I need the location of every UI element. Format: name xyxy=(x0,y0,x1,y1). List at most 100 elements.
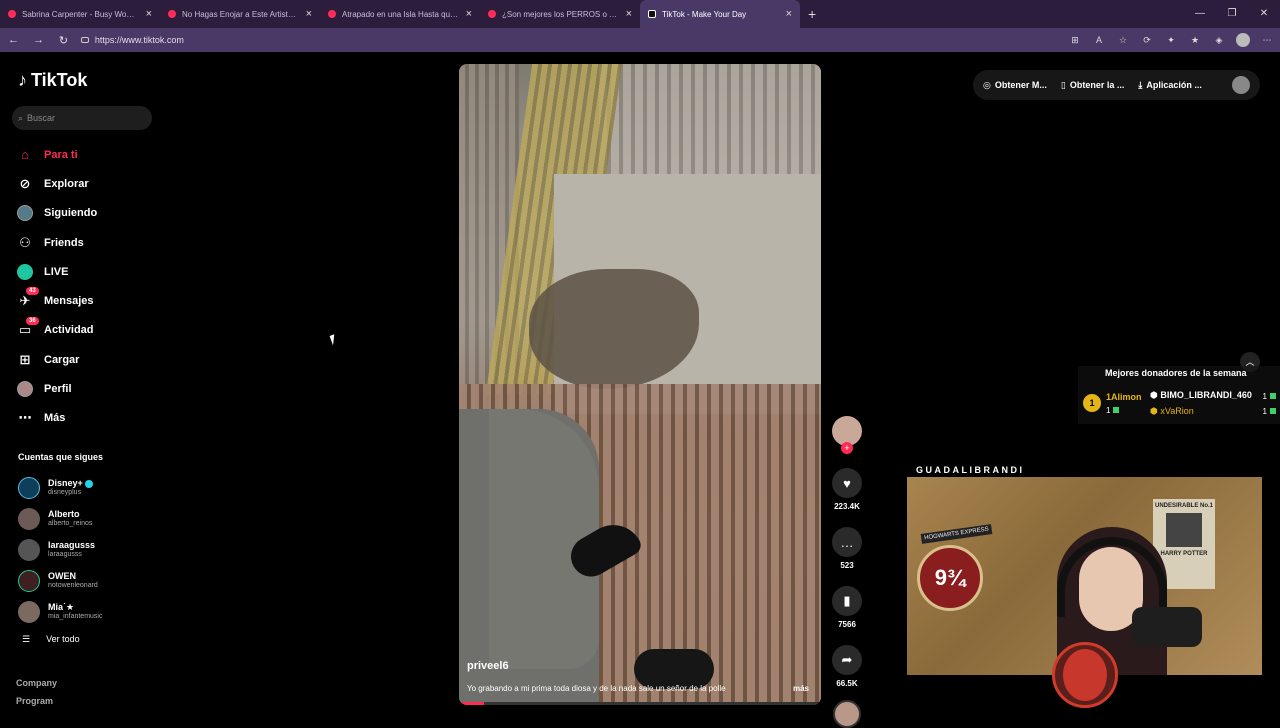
shield-icon[interactable]: ◈ xyxy=(1212,33,1226,47)
poster-photo xyxy=(1166,513,1202,547)
following-item[interactable]: laraagusss laraagusss xyxy=(18,534,158,565)
desktop-app-button[interactable]: ⤓ Aplicación ... xyxy=(1138,80,1202,91)
avatar xyxy=(18,538,40,561)
nav-label: Para ti xyxy=(44,148,78,161)
coin-icon: ◎ xyxy=(983,79,991,90)
donor-name: 1Alimon xyxy=(1106,392,1142,402)
share-action[interactable]: ➦ 66.5K xyxy=(830,645,864,688)
close-tab-icon[interactable]: × xyxy=(306,8,312,20)
tab-label: TikTok - Make Your Day xyxy=(662,9,747,19)
browser-tab[interactable]: Sabrina Carpenter - Busy Woman × xyxy=(0,0,160,28)
profile-avatar[interactable] xyxy=(1235,33,1250,47)
footer-link-company[interactable]: Company xyxy=(16,674,57,692)
nav-item-para-ti[interactable]: ⌂ Para ti xyxy=(16,140,156,169)
footer-link-program[interactable]: Program xyxy=(16,692,57,710)
close-tab-icon[interactable]: × xyxy=(146,8,152,20)
avatar-hair xyxy=(1063,649,1107,701)
collections-icon[interactable]: ★ xyxy=(1188,33,1202,47)
close-tab-icon[interactable]: × xyxy=(786,8,792,20)
url-field[interactable]: https://www.tiktok.com xyxy=(80,35,998,45)
nav-label: Mensajes xyxy=(44,295,94,308)
creator-avatar[interactable]: + xyxy=(832,416,862,454)
save-action[interactable]: ▮ 7566 xyxy=(830,586,864,629)
following-item[interactable]: OWEN notowenleonard xyxy=(18,565,158,596)
nav-item-mensajes[interactable]: ✈ 43 Mensajes xyxy=(16,286,156,315)
friends-icon: ⚇ xyxy=(19,234,31,250)
extensions-icon[interactable]: ✦ xyxy=(1164,33,1178,47)
close-window-icon[interactable]: ✕ xyxy=(1248,0,1280,28)
bookmark-icon[interactable]: ▮ xyxy=(832,586,862,616)
rank-medal-icon: 1 xyxy=(1083,394,1101,412)
avatar xyxy=(18,600,40,623)
video-more-button[interactable]: más xyxy=(793,684,809,693)
forward-icon[interactable]: → xyxy=(31,34,46,46)
top-item-label: Obtener M... xyxy=(994,80,1047,90)
comment-icon[interactable]: … xyxy=(832,527,862,557)
menu-dots-icon[interactable]: ⋯ xyxy=(1260,33,1274,47)
following-name: OWEN xyxy=(48,571,76,581)
refresh-icon[interactable]: ⟳ xyxy=(1140,33,1154,47)
following-item[interactable]: Disney+ disneyplus xyxy=(18,472,158,503)
like-count: 223.4K xyxy=(834,502,860,511)
gem-icon xyxy=(1113,407,1120,413)
nav-item-friends[interactable]: ⚇ Friends xyxy=(16,228,156,257)
compass-icon: ⊘ xyxy=(19,175,31,191)
browser-tab[interactable]: No Hagas Enojar a Este Artista - Y × xyxy=(160,0,320,28)
minimize-icon[interactable]: — xyxy=(1184,0,1216,28)
avatar xyxy=(18,476,40,499)
apps-icon[interactable]: ⊞ xyxy=(1068,33,1082,47)
mouse-cursor-icon xyxy=(329,332,343,346)
donor-name: xVaRion xyxy=(1160,406,1194,416)
music-disc-icon[interactable] xyxy=(833,700,861,728)
restore-icon[interactable]: ❐ xyxy=(1216,0,1248,28)
nav-item-actividad[interactable]: ▭ 36 Actividad xyxy=(16,316,156,345)
get-app-button[interactable]: ▯ Obtener la ... xyxy=(1061,80,1124,91)
following-name: Disney+ xyxy=(48,478,83,488)
browser-tab[interactable]: ¿Son mejores los PERROS o GATO × xyxy=(480,0,640,28)
nav-item-mas[interactable]: ⋯ Más xyxy=(16,404,156,433)
close-tab-icon[interactable]: × xyxy=(466,8,472,20)
nav-item-live[interactable]: LIVE xyxy=(16,257,156,286)
nav-item-perfil[interactable]: Perfil xyxy=(16,374,156,403)
messages-badge: 43 xyxy=(26,287,39,296)
browser-tab-active[interactable]: TikTok - Make Your Day × xyxy=(640,0,800,28)
heart-icon[interactable]: ♥ xyxy=(832,468,862,498)
tiktok-favicon-icon xyxy=(648,10,656,18)
video-player[interactable]: priveel6 Yo grabando a mi prima toda dio… xyxy=(459,64,821,705)
tab-label: ¿Son mejores los PERROS o GATO xyxy=(502,9,620,19)
comment-action[interactable]: … 523 xyxy=(830,527,864,570)
see-all-link[interactable]: ☰ Ver todo xyxy=(22,634,80,645)
donor-name: BIMO_LIBRANDI_460 xyxy=(1160,390,1252,400)
donors-overlay: Mejores donadores de la semana 1 1Alimon… xyxy=(1078,366,1280,424)
nav-item-explorar[interactable]: ⊘ Explorar xyxy=(16,169,156,198)
favorite-star-icon[interactable]: ☆ xyxy=(1116,33,1130,47)
share-count: 66.5K xyxy=(836,679,858,688)
reload-icon[interactable]: ↻ xyxy=(56,34,71,47)
following-item[interactable]: Alberto alberto_reinos xyxy=(18,503,158,534)
donor-count: 1 xyxy=(1106,406,1120,415)
back-icon[interactable]: ← xyxy=(6,34,21,46)
nav-item-cargar[interactable]: ⊞ Cargar xyxy=(16,345,156,374)
following-item[interactable]: Mia˙★ mia_infantemusic xyxy=(18,596,158,627)
get-coins-button[interactable]: ◎ Obtener M... xyxy=(983,80,1047,91)
browser-tab[interactable]: Atrapado en una Isla Hasta que G × xyxy=(320,0,480,28)
close-tab-icon[interactable]: × xyxy=(626,8,632,20)
new-tab-button[interactable]: + xyxy=(800,6,824,22)
video-author[interactable]: priveel6 xyxy=(467,660,509,672)
user-avatar[interactable] xyxy=(1232,76,1250,94)
tiktok-logo[interactable]: ♪ TikTok xyxy=(18,70,87,91)
following-name: Alberto xyxy=(48,509,80,519)
tab-label: No Hagas Enojar a Este Artista - Y xyxy=(182,9,300,19)
donors-title: Mejores donadores de la semana xyxy=(1105,368,1247,378)
following-list: Disney+ disneyplus Alberto alberto_reinos … xyxy=(18,472,158,627)
like-action[interactable]: ♥ 223.4K xyxy=(830,468,864,511)
nav-label: Perfil xyxy=(44,383,72,396)
follow-plus-icon[interactable]: + xyxy=(841,442,853,454)
video-progress-bar[interactable] xyxy=(459,702,821,705)
share-icon[interactable]: ➦ xyxy=(832,645,862,675)
donor-count-value: 1 xyxy=(1106,406,1111,415)
translate-icon[interactable]: A xyxy=(1092,33,1106,47)
nav-item-siguiendo[interactable]: Siguiendo xyxy=(16,199,156,228)
search-input[interactable]: ⌕ Buscar xyxy=(12,106,152,130)
following-name: laraagusss xyxy=(48,540,96,550)
